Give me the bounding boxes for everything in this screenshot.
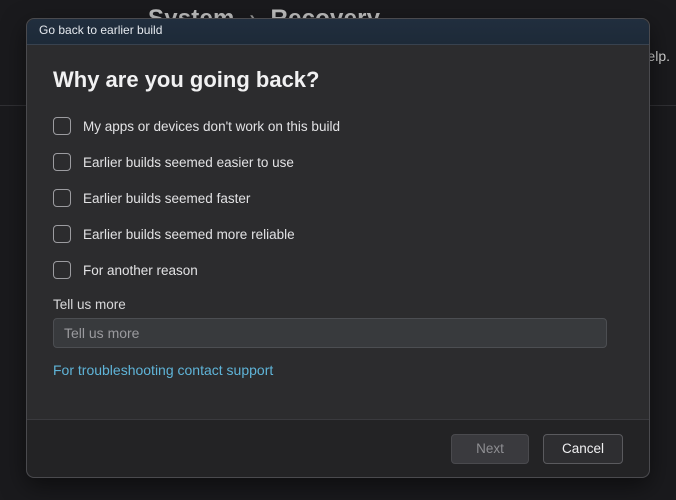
checkbox-label[interactable]: For another reason xyxy=(83,263,198,278)
checkbox-label[interactable]: Earlier builds seemed faster xyxy=(83,191,250,206)
checkbox-label[interactable]: Earlier builds seemed more reliable xyxy=(83,227,295,242)
checkbox-label[interactable]: My apps or devices don't work on this bu… xyxy=(83,119,340,134)
checkbox-apps-devices[interactable] xyxy=(53,117,71,135)
checkbox-label[interactable]: Earlier builds seemed easier to use xyxy=(83,155,294,170)
reason-option: Earlier builds seemed more reliable xyxy=(53,225,623,243)
cancel-button[interactable]: Cancel xyxy=(543,434,623,464)
checkbox-faster[interactable] xyxy=(53,189,71,207)
checkbox-reliable[interactable] xyxy=(53,225,71,243)
dialog-title: Go back to earlier build xyxy=(39,23,162,37)
tell-us-more-input[interactable] xyxy=(53,318,607,348)
dialog-titlebar: Go back to earlier build xyxy=(27,19,649,45)
dialog-body: Why are you going back? My apps or devic… xyxy=(27,45,649,419)
dialog-footer: Next Cancel xyxy=(27,419,649,477)
checkbox-other[interactable] xyxy=(53,261,71,279)
support-link[interactable]: For troubleshooting contact support xyxy=(53,362,273,378)
tell-us-more-label: Tell us more xyxy=(53,297,623,312)
reason-option: Earlier builds seemed faster xyxy=(53,189,623,207)
next-button[interactable]: Next xyxy=(451,434,529,464)
go-back-dialog: Go back to earlier build Why are you goi… xyxy=(26,18,650,478)
reason-option: Earlier builds seemed easier to use xyxy=(53,153,623,171)
dialog-heading: Why are you going back? xyxy=(53,67,623,93)
checkbox-easier[interactable] xyxy=(53,153,71,171)
reason-option: For another reason xyxy=(53,261,623,279)
reason-option: My apps or devices don't work on this bu… xyxy=(53,117,623,135)
